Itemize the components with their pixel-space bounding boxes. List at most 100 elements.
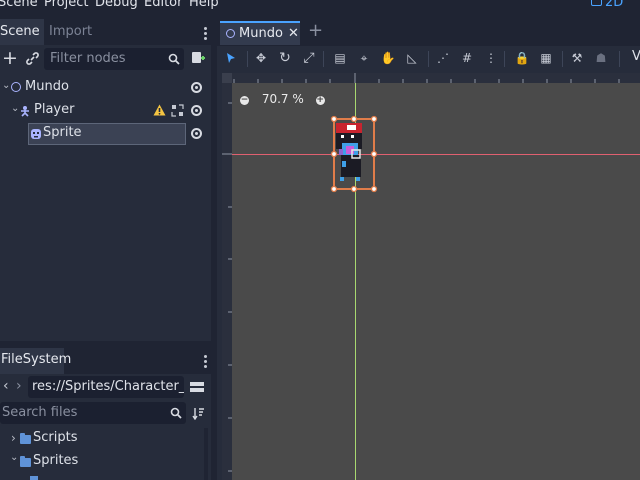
sort-icon[interactable]	[192, 407, 205, 420]
tree-item-sprite[interactable]: Sprite	[0, 123, 211, 145]
snap-options-icon[interactable]: ⋮	[483, 50, 499, 66]
sprite-icon	[31, 129, 41, 139]
tree-item-label: Player	[34, 102, 75, 117]
filter-nodes-input[interactable]: Filter nodes	[44, 48, 184, 70]
scene-dock-tabs: Scene Import	[0, 19, 211, 45]
view-menu[interactable]: V	[632, 49, 640, 64]
x-axis-line	[232, 154, 640, 155]
menu-editor[interactable]: Editor	[144, 0, 182, 10]
zoom-in-icon[interactable]: +	[315, 96, 325, 105]
filesystem-tabs: FileSystem	[0, 348, 211, 374]
filter-nodes-placeholder: Filter nodes	[50, 51, 126, 66]
attach-script-icon[interactable]	[191, 51, 205, 65]
chevron-right-icon[interactable]: ›	[11, 431, 16, 445]
new-scene-tab-icon[interactable]: +	[308, 20, 323, 41]
search-files-input[interactable]: Search files	[0, 402, 186, 424]
forward-arrow-icon[interactable]: ›	[16, 378, 22, 394]
file-item-scripts[interactable]: › Scripts	[0, 428, 200, 450]
tab-import[interactable]: Import	[45, 19, 96, 45]
skeleton-icon[interactable]: ☗	[593, 50, 609, 66]
search-icon	[168, 53, 180, 65]
visibility-eye-icon[interactable]	[191, 105, 202, 116]
select-tool-icon[interactable]	[223, 50, 239, 66]
menu-help[interactable]: Help	[189, 0, 219, 10]
toolbar-separator	[428, 51, 429, 67]
node2d-icon	[11, 82, 21, 92]
zoom-control: − 70.7 % +	[240, 92, 325, 108]
visibility-eye-icon[interactable]	[191, 128, 202, 139]
tree-item-player[interactable]: ⌄ Player	[0, 100, 211, 122]
toolbar-separator	[504, 51, 505, 67]
instance-scene-icon[interactable]	[26, 52, 39, 65]
chevron-down-icon[interactable]: ⌄	[2, 80, 10, 91]
toolbar-separator	[619, 51, 620, 67]
dock-splitter-horizontal[interactable]	[0, 341, 211, 348]
filesystem-menu-icon[interactable]	[204, 354, 208, 368]
node2d-icon	[226, 29, 235, 38]
path-field[interactable]: res://Sprites/Character_Idl	[28, 376, 184, 398]
bone-icon[interactable]: ⚒	[569, 50, 585, 66]
zoom-out-icon[interactable]: −	[240, 96, 249, 105]
2d-mode-icon	[591, 0, 602, 6]
ruler-vertical	[222, 73, 232, 480]
tab-filesystem-label: FileSystem	[1, 352, 72, 367]
chevron-down-icon[interactable]: ⌄	[10, 452, 18, 463]
rotate-tool-icon[interactable]: ↻	[277, 50, 293, 66]
ruler-ticks	[233, 73, 620, 83]
move-tool-icon[interactable]: ✥	[253, 50, 269, 66]
canvas-toolbar: ✥ ↻ ⤢ ▤ ⌖ ✋ ◺ ⋰ # ⋮ 🔒 ▦ ⚒ ☗ V	[217, 46, 640, 72]
back-arrow-icon[interactable]: ‹	[3, 378, 9, 394]
group-selectable-icon[interactable]	[171, 104, 184, 117]
canvas-viewport[interactable]: − 70.7 % +	[222, 73, 640, 480]
ruler-corner	[222, 73, 232, 83]
kinematic-body-icon	[21, 106, 29, 117]
scene-tab-label: Mundo	[239, 26, 283, 41]
pan-tool-icon[interactable]: ✋	[380, 50, 396, 66]
tree-item-mundo[interactable]: ⌄ Mundo	[0, 77, 211, 99]
menu-scene[interactable]: Scene	[0, 0, 38, 10]
warning-icon[interactable]	[153, 104, 166, 116]
search-icon	[170, 407, 182, 419]
mode-2d-label: 2D	[605, 0, 624, 10]
file-icon	[30, 476, 38, 480]
player-sprite[interactable]	[327, 113, 387, 195]
menu-project[interactable]: Project	[44, 0, 88, 10]
search-files-placeholder: Search files	[2, 405, 78, 420]
grid-snap-icon[interactable]: #	[459, 50, 475, 66]
pivot-tool-icon[interactable]: ⌖	[356, 50, 372, 66]
toolbar-separator	[323, 51, 324, 67]
scene-tabs: Mundo ✕ +	[217, 19, 640, 46]
file-tree: › Scripts ⌄ Sprites	[0, 428, 205, 480]
ruler-tool-icon[interactable]: ◺	[404, 50, 420, 66]
file-item-label: Sprites	[33, 453, 79, 468]
tab-scene[interactable]: Scene	[0, 19, 44, 45]
scale-tool-icon[interactable]: ⤢	[301, 50, 317, 66]
menu-debug[interactable]: Debug	[95, 0, 138, 10]
scene-toolbar: + Filter nodes	[0, 45, 211, 75]
visibility-eye-icon[interactable]	[191, 82, 202, 93]
filesystem-dock: FileSystem ‹ › res://Sprites/Character_I…	[0, 348, 211, 480]
scene-dock-menu-icon[interactable]	[204, 26, 208, 40]
smart-snap-icon[interactable]: ⋰	[435, 50, 451, 66]
tree-item-label: Mundo	[25, 79, 69, 94]
tab-mundo[interactable]: Mundo ✕	[220, 21, 300, 45]
toolbar-separator	[562, 51, 563, 67]
group-icon[interactable]: ▦	[538, 50, 554, 66]
file-item-label: Scripts	[33, 430, 78, 445]
folder-icon	[20, 433, 31, 444]
menu-bar: Scene Project Debug Editor Help 2D	[0, 0, 640, 12]
dock-splitter[interactable]	[211, 19, 217, 480]
close-icon[interactable]: ✕	[288, 26, 299, 41]
scrollbar[interactable]	[204, 428, 208, 480]
ruler-horizontal	[222, 73, 640, 83]
lock-icon[interactable]: 🔒	[514, 50, 530, 66]
zoom-level[interactable]: 70.7 %	[262, 92, 304, 106]
split-view-icon[interactable]	[190, 381, 204, 393]
add-node-icon[interactable]: +	[2, 47, 18, 69]
list-select-icon[interactable]: ▤	[332, 50, 348, 66]
tab-filesystem[interactable]: FileSystem	[0, 348, 71, 374]
toolbar-separator	[247, 51, 248, 67]
tree-item-label: Sprite	[43, 125, 82, 140]
mode-2d-button[interactable]: 2D	[591, 0, 623, 10]
file-item-sprites[interactable]: ⌄ Sprites	[0, 451, 200, 473]
